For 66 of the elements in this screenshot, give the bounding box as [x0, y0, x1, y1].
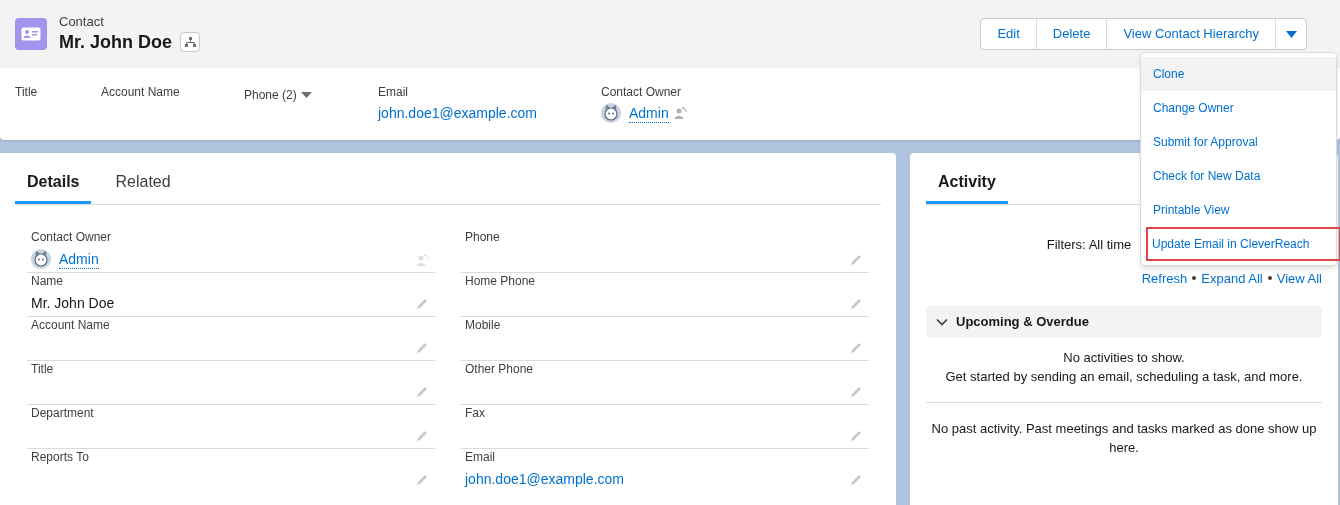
hierarchy-button[interactable] [180, 32, 200, 52]
contact-card-icon [15, 18, 47, 50]
filters-text: Filters: All time [1046, 236, 1132, 254]
bullet-separator-icon [1267, 276, 1272, 281]
menu-item[interactable]: Clone [1141, 57, 1336, 91]
avatar-icon [601, 103, 621, 123]
pencil-icon[interactable] [849, 429, 863, 443]
bullet-separator-icon [1192, 276, 1197, 281]
field-label: Mobile [465, 318, 502, 332]
field-label: Department [31, 406, 95, 420]
tab[interactable]: Activity [926, 163, 1008, 204]
field-label: Phone [465, 230, 501, 244]
field-label: Home Phone [465, 274, 537, 288]
pencil-icon[interactable] [849, 253, 863, 267]
field-label: Reports To [31, 450, 90, 464]
action-button[interactable]: View Contact Hierarchy [1107, 19, 1276, 49]
field-label: Title [31, 362, 55, 376]
caret-icon [1285, 30, 1297, 38]
pencil-icon[interactable] [415, 429, 429, 443]
empty-state-text: Get started by sending an email, scheduling a task, and more. [945, 368, 1303, 386]
pencil-icon[interactable] [415, 473, 429, 487]
highlight-label: Contact Owner [601, 84, 683, 101]
activity-link[interactable]: Expand All [1201, 268, 1263, 288]
avatar-icon [31, 249, 51, 269]
field-label: Contact Owner [31, 230, 113, 244]
highlight-label: Account Name [101, 84, 181, 101]
field-label: Other Phone [465, 362, 535, 376]
menu-item[interactable]: Change Owner [1141, 91, 1336, 125]
caret-icon [300, 92, 312, 98]
change-owner-icon[interactable] [415, 253, 429, 267]
menu-item[interactable]: Submit for Approval [1141, 125, 1336, 159]
past-activity-text: No past activity. Past meetings and tasks marked as done show up here. [930, 420, 1318, 457]
highlight-label: Email [378, 84, 409, 101]
record-title: Mr. John Doe [59, 31, 172, 54]
email-link[interactable]: john.doe1@example.com [378, 103, 537, 124]
section-header[interactable]: Upcoming & Overdue [926, 306, 1322, 338]
pencil-icon[interactable] [849, 473, 863, 487]
field-label: Name [31, 274, 64, 288]
pencil-icon[interactable] [849, 385, 863, 399]
pencil-icon[interactable] [415, 297, 429, 311]
menu-item[interactable]: Printable View [1141, 193, 1336, 227]
owner-link[interactable]: Admin [59, 249, 99, 269]
pencil-icon[interactable] [415, 341, 429, 355]
owner-link[interactable]: Admin [629, 103, 669, 123]
field-value: Mr. John Doe [31, 294, 115, 313]
activity-link[interactable]: View All [1276, 268, 1322, 288]
activity-link[interactable]: Refresh [1141, 268, 1188, 288]
menu-item[interactable]: Update Email in CleverReach [1146, 227, 1340, 261]
field-label: Email [465, 450, 496, 464]
highlight-label: Title [15, 84, 39, 101]
pencil-icon[interactable] [849, 297, 863, 311]
field-label: Account Name [31, 318, 111, 332]
pencil-icon[interactable] [415, 385, 429, 399]
empty-state-text: No activities to show. [1063, 349, 1185, 367]
hierarchy-icon [184, 37, 196, 47]
object-type-label: Contact [59, 14, 105, 30]
action-button[interactable]: Edit [981, 19, 1037, 49]
tab[interactable]: Details [15, 163, 92, 204]
email-link[interactable]: john.doe1@example.com [465, 469, 624, 490]
menu-item[interactable]: Check for New Data [1141, 159, 1336, 193]
phone-dropdown[interactable]: Phone (2) [244, 86, 378, 104]
pencil-icon[interactable] [849, 341, 863, 355]
action-button[interactable]: Delete [1036, 19, 1108, 49]
field-label: Fax [465, 406, 486, 420]
tab[interactable]: Related [103, 163, 183, 204]
change-owner-icon[interactable] [672, 106, 687, 120]
